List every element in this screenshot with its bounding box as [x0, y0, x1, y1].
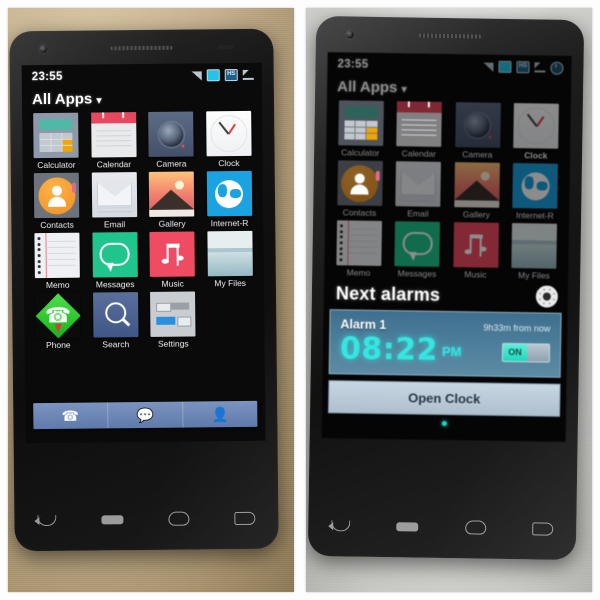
email-icon — [91, 172, 137, 218]
app-messages[interactable]: Messages — [87, 232, 143, 290]
app-label: Messages — [95, 279, 135, 290]
all-apps-label: All Apps — [31, 90, 93, 109]
phone-icon: ☎ — [35, 292, 81, 339]
app-contacts[interactable]: Contacts — [29, 172, 85, 231]
back-button[interactable] — [331, 519, 351, 532]
proximity-sensor-icon — [527, 35, 544, 40]
earpiece-grille — [110, 45, 173, 51]
contacts-icon — [34, 172, 80, 219]
messages-icon — [92, 232, 138, 278]
home-button[interactable] — [464, 520, 486, 535]
app-internet[interactable]: Internet-R — [201, 170, 257, 229]
dock-phone-icon[interactable]: ☎ — [33, 402, 109, 430]
menu-button[interactable] — [101, 514, 124, 524]
app-label: Email — [103, 219, 126, 230]
dock-messages-icon[interactable]: 💬 — [108, 401, 184, 429]
camera-icon — [148, 111, 194, 157]
settings-icon — [150, 291, 196, 337]
app-search[interactable]: Search — [88, 292, 144, 350]
app-settings[interactable]: Settings — [145, 291, 201, 349]
clock-icon — [205, 110, 252, 157]
signal-icon — [191, 70, 202, 80]
home-button[interactable] — [168, 511, 190, 526]
alarm-card[interactable]: Alarm 1 9h33m from now 08:22 PM ON — [328, 309, 562, 378]
open-clock-button[interactable]: Open Clock — [328, 380, 561, 417]
screen-icon — [206, 69, 220, 82]
alarm-time: 08:22 — [339, 331, 439, 368]
myfiles-icon — [207, 230, 253, 277]
recents-button[interactable] — [532, 521, 554, 536]
status-clock: 23:55 — [31, 70, 63, 84]
alarm-countdown: 9h33m from now — [483, 322, 551, 334]
phone-device-right: 23:55 HS All Apps ▾ Calculator Calendar … — [307, 15, 585, 561]
internet-icon — [206, 170, 252, 217]
alarm-toggle-knob — [526, 343, 550, 362]
search-icon — [92, 292, 139, 338]
status-icons-left: HS — [191, 69, 254, 82]
calendar-icon — [90, 112, 137, 158]
app-label: Settings — [157, 338, 189, 349]
front-camera-icon — [39, 44, 48, 54]
phone-device-left: 23:55 HS All Apps ▾ Calculator Calendar … — [9, 28, 279, 552]
status-bar-left: 23:55 HS — [22, 63, 262, 88]
dialog-title: Next alarms — [335, 282, 441, 305]
bottom-dock: ☎ 💬 👤 — [33, 400, 258, 430]
app-label: Music — [161, 278, 184, 289]
alarm-card-bottom: 08:22 PM ON — [339, 331, 551, 368]
all-apps-header[interactable]: All Apps ▾ — [22, 85, 262, 114]
dialog-header: Next alarms — [324, 280, 568, 313]
app-gallery[interactable]: Gallery — [144, 171, 200, 229]
app-label: Camera — [156, 158, 187, 169]
screen-right: 23:55 HS All Apps ▾ Calculator Calendar … — [321, 52, 572, 442]
chevron-down-icon: ▾ — [96, 95, 102, 107]
next-alarms-dialog: Next alarms Alarm 1 9h33m from now 08:22 — [322, 280, 568, 428]
app-label: Clock — [218, 157, 240, 169]
app-label: Gallery — [158, 218, 186, 229]
calculator-icon — [33, 112, 79, 159]
download-icon — [243, 70, 254, 80]
app-phone[interactable]: ☎ Phone — [30, 292, 86, 351]
app-grid-left: Calculator Calendar Camera Clock Contact… — [22, 110, 264, 351]
app-memo[interactable]: Memo — [29, 232, 85, 291]
app-calculator[interactable]: Calculator — [28, 112, 84, 171]
menu-button[interactable] — [396, 521, 419, 532]
recents-button[interactable] — [234, 511, 256, 525]
dock-add-contact-icon[interactable]: 👤 — [183, 401, 257, 428]
page-dot-indicator — [441, 420, 447, 427]
photo-collage: 23:55 HS All Apps ▾ Calculator Calendar … — [0, 0, 600, 600]
navigation-bar-right — [308, 494, 577, 560]
app-label: Contacts — [40, 219, 74, 231]
alarm-ampm: PM — [441, 343, 462, 359]
memo-icon — [34, 232, 81, 279]
alarm-toggle[interactable]: ON — [501, 342, 551, 363]
hs-icon: HS — [224, 69, 238, 82]
app-myfiles[interactable]: My Files — [202, 230, 258, 289]
front-camera-icon — [345, 30, 355, 39]
proximity-sensor-icon — [217, 45, 234, 50]
earpiece-grille — [418, 33, 481, 39]
gallery-icon — [149, 171, 195, 217]
panel-left: 23:55 HS All Apps ▾ Calculator Calendar … — [8, 8, 294, 592]
app-clock[interactable]: Clock — [201, 110, 257, 169]
app-label: My Files — [214, 277, 247, 289]
app-label: Calculator — [37, 159, 76, 171]
alarm-toggle-label: ON — [502, 343, 528, 361]
app-label: Memo — [45, 279, 70, 291]
app-label: Search — [102, 339, 130, 350]
app-camera[interactable]: Camera — [143, 111, 199, 169]
alarm-name: Alarm 1 — [340, 317, 387, 333]
app-music[interactable]: Music — [144, 231, 200, 289]
panel-right: 23:55 HS All Apps ▾ Calculator Calendar … — [306, 8, 592, 592]
gear-icon[interactable] — [535, 285, 559, 308]
app-label: Phone — [45, 339, 71, 351]
back-button[interactable] — [36, 514, 57, 526]
app-calendar[interactable]: Calendar — [86, 112, 142, 170]
music-icon — [149, 231, 196, 277]
navigation-bar-left — [14, 487, 279, 552]
app-email[interactable]: Email — [86, 172, 142, 230]
app-label: Internet-R — [210, 217, 249, 229]
app-label: Calendar — [96, 159, 132, 170]
screen-left: 23:55 HS All Apps ▾ Calculator Calendar … — [21, 62, 266, 444]
